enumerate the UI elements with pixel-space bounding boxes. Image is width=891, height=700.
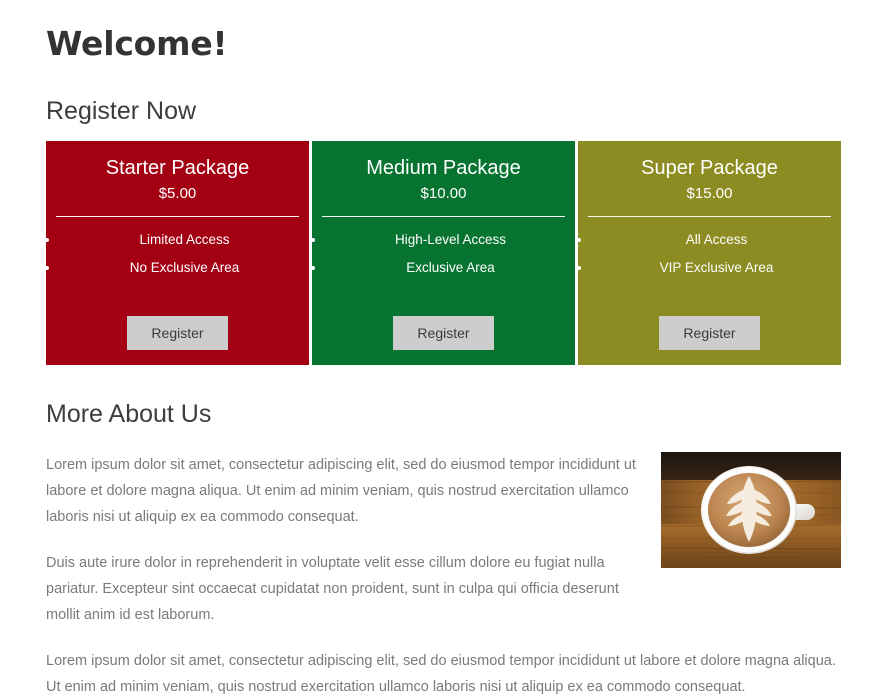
about-section-heading: More About Us bbox=[46, 399, 212, 428]
package-feature-list: Limited Access No Exclusive Area bbox=[46, 233, 309, 288]
card-footer: Register bbox=[578, 315, 841, 365]
about-paragraph-1: Lorem ipsum dolor sit amet, consectetur … bbox=[46, 457, 636, 526]
list-item: High-Level Access bbox=[326, 233, 575, 247]
package-price: $5.00 bbox=[158, 184, 197, 202]
list-item: Limited Access bbox=[60, 233, 309, 247]
list-item: No Exclusive Area bbox=[60, 261, 309, 275]
package-title: Starter Package bbox=[105, 156, 250, 179]
pricing-card-header: Super Package $15.00 bbox=[578, 141, 841, 204]
about-paragraph-2: Duis aute irure dolor in reprehenderit i… bbox=[46, 555, 619, 624]
list-item: All Access bbox=[592, 233, 841, 247]
package-price: $15.00 bbox=[686, 184, 733, 202]
pricing-card-starter[interactable]: Starter Package $5.00 Limited Access No … bbox=[46, 140, 309, 365]
pricing-cards-row: Starter Package $5.00 Limited Access No … bbox=[46, 140, 841, 365]
pricing-card-header: Starter Package $5.00 bbox=[46, 141, 309, 204]
register-button-starter[interactable]: Register bbox=[127, 315, 228, 350]
pricing-card-header: Medium Package $10.00 bbox=[312, 141, 575, 204]
package-feature-list: High-Level Access Exclusive Area bbox=[312, 233, 575, 288]
card-divider bbox=[588, 216, 831, 218]
package-feature-list: All Access VIP Exclusive Area bbox=[578, 233, 841, 288]
package-title: Medium Package bbox=[366, 156, 521, 179]
card-divider bbox=[56, 216, 299, 218]
register-button-super[interactable]: Register bbox=[659, 315, 760, 350]
page-title: Welcome! bbox=[46, 24, 228, 63]
pricing-card-super[interactable]: Super Package $15.00 All Access VIP Excl… bbox=[578, 140, 841, 365]
card-footer: Register bbox=[312, 315, 575, 365]
about-section-body: Lorem ipsum dolor sit amet, consectetur … bbox=[46, 452, 841, 700]
about-paragraph-3: Lorem ipsum dolor sit amet, consectetur … bbox=[46, 653, 836, 696]
register-section-heading: Register Now bbox=[46, 96, 197, 125]
page-container: Welcome! Register Now Starter Package $5… bbox=[0, 0, 891, 700]
register-button-medium[interactable]: Register bbox=[393, 315, 494, 350]
package-price: $10.00 bbox=[420, 184, 467, 202]
list-item: VIP Exclusive Area bbox=[592, 261, 841, 275]
card-divider bbox=[322, 216, 565, 218]
coffee-photo bbox=[661, 452, 841, 569]
pricing-card-medium[interactable]: Medium Package $10.00 High-Level Access … bbox=[312, 140, 575, 365]
package-title: Super Package bbox=[641, 156, 778, 179]
card-footer: Register bbox=[46, 315, 309, 365]
list-item: Exclusive Area bbox=[326, 261, 575, 275]
